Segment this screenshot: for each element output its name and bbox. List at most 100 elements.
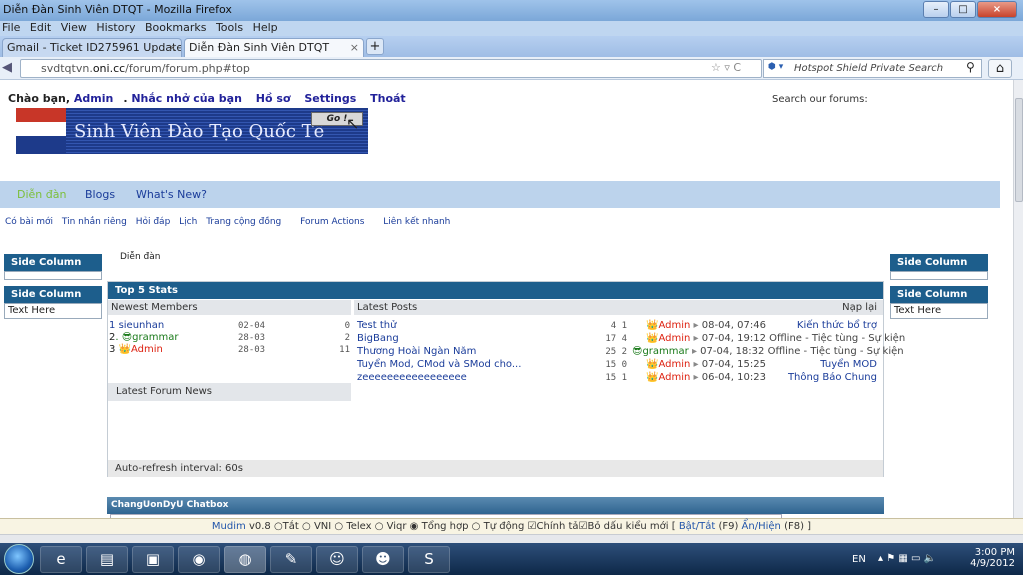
option-telex[interactable]: Telex bbox=[346, 521, 371, 532]
paint-icon[interactable]: ✎ bbox=[270, 546, 312, 573]
member-date: 28-03 bbox=[238, 345, 266, 355]
post-author[interactable]: Admin bbox=[658, 359, 690, 370]
skype-icon[interactable]: S bbox=[408, 546, 450, 573]
option-vni[interactable]: VNI bbox=[314, 521, 331, 532]
nav-blogs[interactable]: Blogs bbox=[85, 188, 115, 201]
new-tab-button[interactable]: + bbox=[366, 38, 384, 55]
right-side-column: Side Column bbox=[890, 254, 988, 280]
bookmark-star-icon[interactable]: ☆ ▿ C bbox=[711, 61, 741, 74]
language-indicator[interactable]: EN bbox=[852, 554, 866, 565]
link-logout[interactable]: Thoát bbox=[370, 92, 406, 105]
post-title[interactable]: zeeeeeeeeeeeeeeeee bbox=[357, 372, 467, 383]
member-posts: 0 bbox=[344, 321, 350, 331]
menu-tools[interactable]: Tools bbox=[216, 21, 243, 34]
url-prefix: svdtqtvn. bbox=[41, 62, 93, 75]
post-author[interactable]: grammar bbox=[642, 346, 688, 357]
search-input[interactable]: Hotspot Shield Private Search bbox=[763, 59, 982, 78]
member-name[interactable]: sieunhan bbox=[119, 320, 165, 331]
member-row: 2. 😎grammar bbox=[109, 332, 179, 343]
admin-badge-icon: 👑 bbox=[118, 344, 132, 355]
sublink-quick-links[interactable]: Liên kết nhanh bbox=[383, 217, 450, 227]
sublink-community[interactable]: Trang cộng đồng bbox=[206, 217, 281, 227]
top-stats-panel: Top 5 Stats Newest Members Latest Posts … bbox=[107, 281, 905, 477]
tab-gmail[interactable]: Gmail - Ticket ID275961 Updated at A... … bbox=[2, 38, 182, 57]
nav-forum[interactable]: Diễn đàn bbox=[17, 188, 66, 201]
clock[interactable]: 3:00 PM 4/9/2012 bbox=[970, 547, 1015, 569]
back-icon[interactable]: ◀ bbox=[2, 60, 12, 75]
tab-label: Diễn Đàn Sinh Viên DTQT bbox=[189, 41, 330, 54]
mudim-brand[interactable]: Mudim bbox=[212, 521, 246, 532]
url-bar[interactable]: svdtqtvn.oni.cc/forum/forum.php#top bbox=[20, 59, 762, 78]
file-explorer-icon[interactable]: ▤ bbox=[86, 546, 128, 573]
link-profile[interactable]: Hồ sơ bbox=[256, 92, 291, 105]
post-title[interactable]: Test thử bbox=[357, 320, 396, 331]
menu-history[interactable]: History bbox=[96, 21, 135, 34]
member-name[interactable]: Admin bbox=[131, 344, 163, 355]
internet-explorer-icon[interactable]: e bbox=[40, 546, 82, 573]
sublink-messages[interactable]: Tin nhắn riêng bbox=[62, 217, 127, 227]
nav-whats-new[interactable]: What's New? bbox=[136, 188, 207, 201]
toggle-link[interactable]: Bật/Tắt bbox=[679, 521, 715, 532]
menu-edit[interactable]: Edit bbox=[30, 21, 51, 34]
sublink-faq[interactable]: Hỏi đáp bbox=[136, 217, 171, 227]
menu-file[interactable]: File bbox=[2, 21, 20, 34]
sublink-new-posts[interactable]: Có bài mới bbox=[5, 217, 53, 227]
greeting: Chào bạn, bbox=[8, 92, 71, 105]
auto-refresh-info: Auto-refresh interval: 60s bbox=[108, 460, 883, 477]
menu-view[interactable]: View bbox=[61, 21, 87, 34]
member-date: 02-04 bbox=[238, 321, 266, 331]
post-counts: 15 0 bbox=[605, 360, 627, 370]
sub-navigation: Có bài mới Tin nhắn riêng Hỏi đáp Lịch T… bbox=[5, 217, 456, 227]
sublink-calendar[interactable]: Lịch bbox=[179, 217, 197, 227]
reload-link[interactable]: Nạp lại bbox=[842, 300, 877, 315]
option-combined[interactable]: Tổng hợp bbox=[422, 521, 469, 532]
chrome-icon[interactable]: ◉ bbox=[178, 546, 220, 573]
horizontal-scrollbar[interactable] bbox=[0, 534, 1023, 543]
check-new-style[interactable]: Bỏ dấu kiểu mới bbox=[588, 521, 669, 532]
firefox-icon[interactable]: ◍ bbox=[224, 546, 266, 573]
member-name[interactable]: grammar bbox=[132, 332, 178, 343]
option-viqr[interactable]: Viqr bbox=[387, 521, 407, 532]
maximize-button[interactable]: □ bbox=[950, 1, 976, 18]
search-icon[interactable]: ⚲ bbox=[966, 60, 975, 74]
user-link[interactable]: Admin bbox=[74, 92, 113, 105]
admin-badge-icon: 👑 bbox=[646, 372, 659, 383]
yahoo-messenger-2-icon[interactable]: ☻ bbox=[362, 546, 404, 573]
menu-bookmarks[interactable]: Bookmarks bbox=[145, 21, 206, 34]
link-notifications[interactable]: Nhắc nhở của bạn bbox=[131, 92, 242, 105]
close-button[interactable]: × bbox=[977, 1, 1017, 18]
window-title: Diễn Đàn Sinh Viên DTQT - Mozilla Firefo… bbox=[3, 3, 232, 16]
post-forum[interactable]: Thông Báo Chung bbox=[788, 372, 877, 383]
yahoo-messenger-icon[interactable]: ☺ bbox=[316, 546, 358, 573]
home-button[interactable]: ⌂ bbox=[988, 59, 1012, 78]
scroll-thumb[interactable] bbox=[1015, 98, 1023, 202]
minimize-button[interactable]: – bbox=[923, 1, 949, 18]
vertical-scrollbar[interactable] bbox=[1013, 80, 1023, 518]
post-author[interactable]: Admin bbox=[658, 372, 690, 383]
breadcrumb[interactable]: Diễn đàn bbox=[120, 252, 160, 262]
show-hide-link[interactable]: Ẩn/Hiện bbox=[742, 521, 781, 532]
post-forum[interactable]: Tuyển MOD bbox=[820, 359, 877, 370]
option-auto[interactable]: Tự động bbox=[484, 521, 525, 532]
post-title[interactable]: Thương Hoài Ngàn Năm bbox=[357, 346, 476, 357]
close-tab-icon[interactable]: × bbox=[350, 39, 359, 56]
post-author[interactable]: Admin bbox=[658, 320, 690, 331]
start-button[interactable] bbox=[4, 544, 34, 574]
close-tab-icon[interactable]: × bbox=[168, 39, 177, 56]
member-avatar-icon: 😎 bbox=[632, 346, 643, 357]
sublink-forum-actions[interactable]: Forum Actions bbox=[300, 217, 364, 227]
check-spelling[interactable]: Chính tả bbox=[537, 521, 579, 532]
post-forum[interactable]: Kiến thức bổ trợ bbox=[797, 320, 877, 331]
tray-icons[interactable]: ▴ ⚑ ▦ ▭ 🔈 bbox=[878, 553, 936, 564]
tab-forum[interactable]: Diễn Đàn Sinh Viên DTQT × bbox=[184, 38, 364, 57]
media-player-icon[interactable]: ▣ bbox=[132, 546, 174, 573]
menu-bar: File Edit View History Bookmarks Tools H… bbox=[0, 21, 1023, 36]
option-off[interactable]: Tắt bbox=[283, 521, 299, 532]
link-settings[interactable]: Settings bbox=[304, 92, 356, 105]
post-title[interactable]: Tuyển Mod, CMod và SMod cho... bbox=[357, 359, 521, 370]
side-column-title: Side Column bbox=[4, 254, 102, 271]
post-time: 07-04, 15:25 bbox=[701, 359, 766, 370]
post-author[interactable]: Admin bbox=[658, 333, 690, 344]
post-title[interactable]: BigBang bbox=[357, 333, 399, 344]
menu-help[interactable]: Help bbox=[253, 21, 278, 34]
